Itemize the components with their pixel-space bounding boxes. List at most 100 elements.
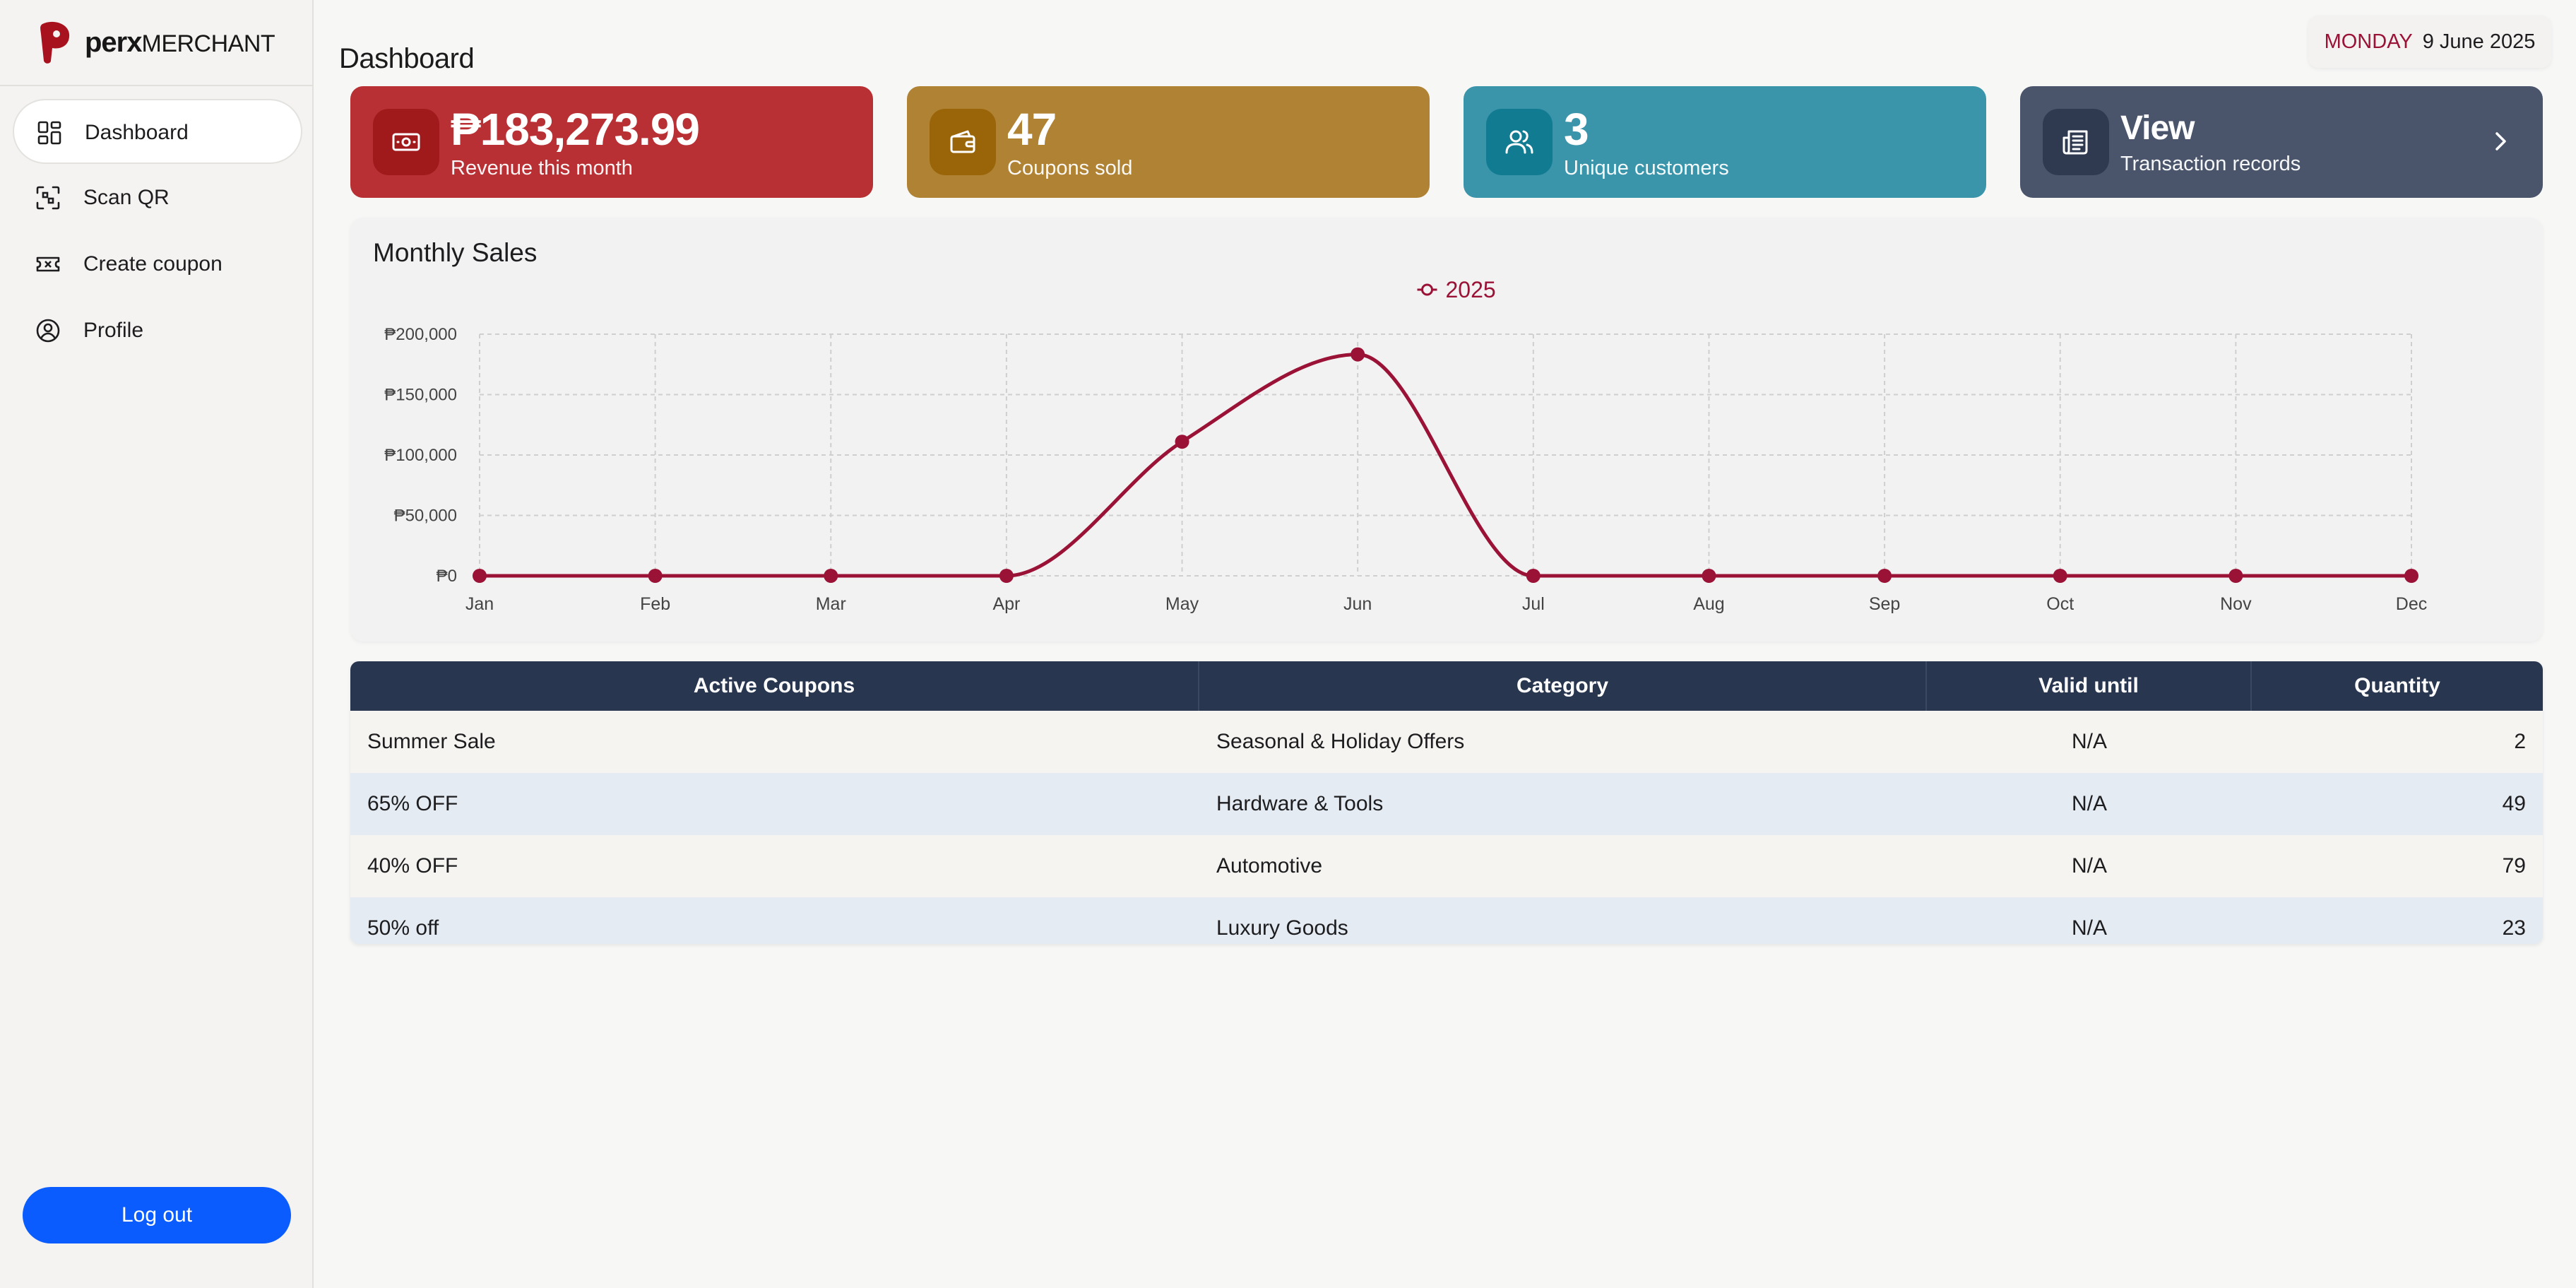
- card-icon-box: [1486, 109, 1553, 175]
- table-row[interactable]: Summer Sale Seasonal & Holiday Offers N/…: [350, 711, 2543, 773]
- transaction-records-label: Transaction records: [2120, 153, 2301, 175]
- user-circle-icon: [36, 319, 60, 343]
- transaction-records-card[interactable]: View Transaction records: [2020, 86, 2543, 198]
- x-tick-label: Aug: [1693, 594, 1724, 614]
- users-icon: [1505, 130, 1533, 154]
- data-point: [473, 569, 487, 583]
- coupon-name-cell: Summer Sale: [367, 730, 496, 753]
- sidebar-item-dashboard[interactable]: Dashboard: [13, 99, 302, 164]
- coupons-sold-card: 47 Coupons sold: [907, 86, 1430, 198]
- coupons-sold-label: Coupons sold: [1007, 157, 1133, 179]
- banknote-icon: [392, 133, 420, 151]
- data-point: [2404, 569, 2418, 583]
- quantity-cell: 49: [2502, 792, 2526, 815]
- newspaper-icon: [2062, 130, 2088, 155]
- brand-header: perxMERCHANT: [0, 0, 312, 86]
- y-tick-label: ₱200,000: [384, 325, 457, 344]
- data-point: [648, 569, 663, 583]
- table-row[interactable]: 50% off Luxury Goods N/A 23: [350, 897, 2543, 944]
- unique-customers-value: 3: [1564, 104, 1589, 155]
- column-header-active-coupons[interactable]: Active Coupons: [350, 661, 1199, 711]
- valid-until-cell: N/A: [2071, 854, 2107, 878]
- sidebar-item-create-coupon[interactable]: Create coupon: [13, 232, 302, 297]
- data-point: [2228, 569, 2243, 583]
- revenue-value: ₱183,273.99: [451, 104, 700, 155]
- data-point: [1351, 347, 1365, 362]
- unique-customers-label: Unique customers: [1564, 157, 1729, 179]
- quantity-cell: 2: [2514, 730, 2526, 753]
- x-tick-label: Jan: [465, 594, 494, 614]
- logout-button[interactable]: Log out: [23, 1187, 291, 1243]
- sidebar-item-label: Profile: [83, 319, 144, 342]
- x-tick-label: Mar: [816, 594, 846, 614]
- date-badge: MONDAY 9 June 2025: [2308, 16, 2551, 68]
- data-point: [1702, 569, 1716, 583]
- scan-qr-icon: [36, 186, 60, 210]
- active-coupons-table: Active Coupons Category Valid until Quan…: [350, 661, 2543, 944]
- coupons-sold-value: 47: [1007, 104, 1057, 155]
- table-header: Active Coupons Category Valid until Quan…: [350, 661, 2543, 711]
- dashboard-grid-icon: [37, 121, 61, 145]
- x-tick-label: Oct: [2046, 594, 2074, 614]
- sidebar-item-label: Scan QR: [83, 186, 170, 209]
- table-row[interactable]: 65% OFF Hardware & Tools N/A 49: [350, 773, 2543, 835]
- date-full: 9 June 2025: [2422, 30, 2536, 53]
- valid-until-cell: N/A: [2071, 916, 2107, 940]
- brand-name: perxMERCHANT: [85, 25, 275, 61]
- view-value: View: [2120, 110, 2195, 147]
- x-tick-label: May: [1165, 594, 1199, 614]
- card-icon-box: [2043, 109, 2109, 175]
- x-tick-label: Jul: [1522, 594, 1545, 614]
- table-row[interactable]: 40% OFF Automotive N/A 79: [350, 835, 2543, 897]
- y-tick-label: ₱0: [437, 567, 457, 586]
- category-cell: Automotive: [1216, 854, 1323, 878]
- data-point: [1175, 435, 1189, 449]
- legend-label: 2025: [1446, 277, 1496, 302]
- sidebar-item-label: Dashboard: [85, 121, 189, 144]
- y-tick-label: ₱50,000: [394, 507, 457, 526]
- legend-marker: [1421, 283, 1433, 296]
- y-tick-label: ₱100,000: [384, 446, 457, 465]
- data-point: [824, 569, 838, 583]
- brand-name-bold: perx: [85, 27, 142, 58]
- x-tick-label: Sep: [1869, 594, 1900, 614]
- x-tick-label: Jun: [1343, 594, 1372, 614]
- data-point: [1877, 569, 1892, 583]
- sidebar: perxMERCHANT Dashboard Scan QR Create co…: [0, 0, 314, 1288]
- category-cell: Seasonal & Holiday Offers: [1216, 730, 1465, 753]
- valid-until-cell: N/A: [2071, 792, 2107, 815]
- data-point: [999, 569, 1014, 583]
- column-header-category[interactable]: Category: [1199, 661, 1927, 711]
- series-line: [479, 353, 2412, 578]
- merchant-dashboard: perxMERCHANT Dashboard Scan QR Create co…: [0, 0, 2576, 1288]
- quantity-cell: 79: [2502, 854, 2526, 878]
- sidebar-item-label: Create coupon: [83, 252, 222, 276]
- x-tick-label: Feb: [640, 594, 670, 614]
- wallet-icon: [950, 130, 975, 153]
- data-point: [2053, 569, 2067, 583]
- page-title: Dashboard: [339, 42, 475, 74]
- quantity-cell: 23: [2502, 916, 2526, 940]
- revenue-label: Revenue this month: [451, 157, 633, 179]
- category-cell: Hardware & Tools: [1216, 792, 1384, 815]
- monthly-sales-chart: ₱0 ₱50,000 ₱100,000 ₱150,000 ₱200,000 Jan Feb M…: [384, 277, 2427, 614]
- monthly-sales-panel: Monthly Sales ₱0 ₱50,000 ₱100,000 ₱150,000 ₱…: [350, 218, 2543, 642]
- chevron-right-icon: [2495, 132, 2506, 150]
- perx-logo-icon: [40, 21, 70, 64]
- sidebar-item-profile[interactable]: Profile: [13, 298, 302, 363]
- date-day: MONDAY: [2324, 30, 2413, 53]
- category-cell: Luxury Goods: [1216, 916, 1348, 940]
- x-tick-label: Nov: [2220, 594, 2252, 614]
- coupon-name-cell: 50% off: [367, 916, 439, 940]
- card-icon-box: [373, 109, 439, 175]
- column-header-valid-until[interactable]: Valid until: [1927, 661, 2252, 711]
- coupon-name-cell: 40% OFF: [367, 854, 458, 878]
- x-tick-label: Dec: [2396, 594, 2427, 614]
- valid-until-cell: N/A: [2071, 730, 2107, 753]
- revenue-card: ₱183,273.99 Revenue this month: [350, 86, 873, 198]
- sidebar-item-scan-qr[interactable]: Scan QR: [13, 165, 302, 230]
- column-header-quantity[interactable]: Quantity: [2252, 661, 2543, 711]
- coupon-name-cell: 65% OFF: [367, 792, 458, 815]
- card-icon-box: [930, 109, 996, 175]
- y-tick-label: ₱150,000: [384, 386, 457, 405]
